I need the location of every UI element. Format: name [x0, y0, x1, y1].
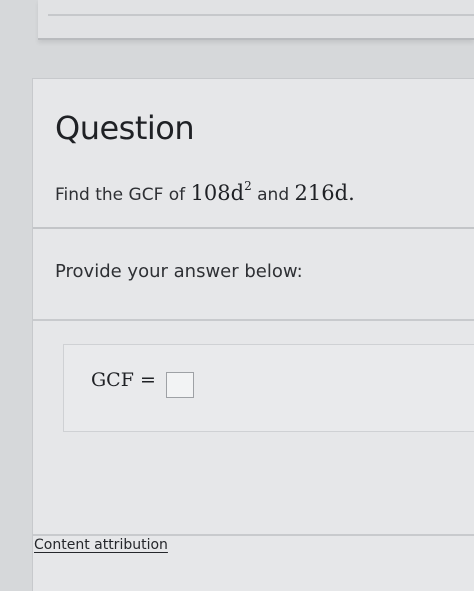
question-heading: Question [55, 109, 195, 147]
previous-panel-inner-edge [48, 0, 474, 16]
content-attribution-link[interactable]: Content attribution [34, 537, 168, 553]
gcf-label: GCF = [91, 369, 156, 391]
question-card: Question Find the GCF of 108d2 and 216d.… [32, 78, 474, 591]
answer-box: GCF = [63, 344, 474, 432]
math-term-2: 216d [294, 181, 349, 205]
question-prompt: Find the GCF of 108d2 and 216d. [55, 179, 355, 205]
section-divider [33, 227, 474, 229]
gcf-answer-input[interactable] [166, 372, 194, 398]
math-term-1: 108d2 [190, 179, 252, 205]
section-divider [33, 319, 474, 321]
prompt-period: . [348, 181, 355, 205]
prompt-text: Find the GCF of [55, 185, 191, 205]
answer-instruction: Provide your answer below: [55, 261, 303, 282]
math-term-1-base: 108d [190, 181, 245, 205]
prompt-conjunction: and [251, 185, 295, 205]
math-term-1-exponent: 2 [244, 179, 252, 193]
section-divider [33, 534, 474, 536]
